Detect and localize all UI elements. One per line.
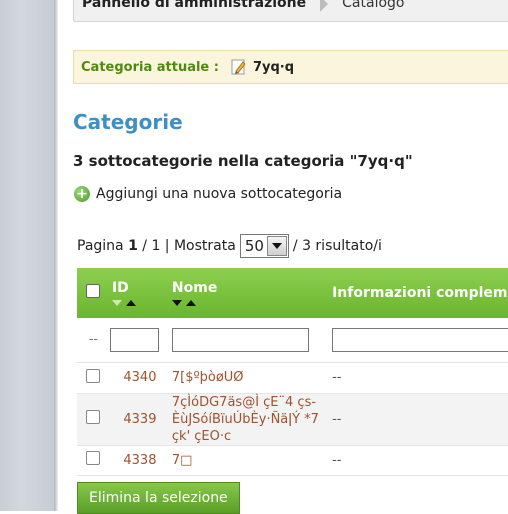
info-filter-input[interactable] <box>332 327 508 352</box>
add-subcategory-link[interactable]: + Aggiungi una nuova sottocategoria <box>74 186 342 202</box>
row-checkbox[interactable] <box>86 451 101 465</box>
table-row[interactable]: 4339 7çÌóDG7äs@Ì çE¨4 çs-ÈùJSóíBïuÚbÈy·Ñ… <box>77 393 508 445</box>
row-name[interactable]: 7□ <box>170 445 330 475</box>
add-icon[interactable]: + <box>74 186 90 202</box>
header-info: Informazioni compleme <box>330 268 508 318</box>
breadcrumb-current[interactable]: Catalogo <box>342 0 404 11</box>
pagination-suffix: / 3 risultato/i <box>292 238 382 254</box>
id-filter-input[interactable] <box>109 327 159 352</box>
row-name[interactable]: 7[$ºþòøUØ <box>170 362 330 393</box>
select-all-checkbox[interactable] <box>86 284 101 298</box>
name-filter-input[interactable] <box>171 327 309 352</box>
header-select-all[interactable] <box>77 268 110 318</box>
row-checkbox[interactable] <box>86 368 101 383</box>
subcategory-count: 3 sottocategorie nella categoria "7yq·q" <box>73 152 413 170</box>
pagination: Pagina 1 / 1 | Mostrata 50 / 3 risultato… <box>77 234 382 258</box>
per-page-select[interactable]: 50 <box>239 234 289 258</box>
delete-selection-button[interactable]: Elimina la selezione <box>77 482 240 514</box>
row-id[interactable]: 4339 <box>110 393 170 445</box>
left-sidebar <box>0 0 54 511</box>
current-category-label: Categoria attuale : <box>81 59 219 75</box>
header-name-label[interactable]: Nome <box>172 280 330 296</box>
filter-row: -- <box>77 318 508 362</box>
row-info: -- <box>332 452 342 468</box>
per-page-value[interactable]: 50 <box>241 237 267 255</box>
row-id[interactable]: 4340 <box>110 362 170 393</box>
pagination-prefix: Pagina <box>77 238 124 254</box>
header-id[interactable]: ID <box>110 268 170 318</box>
pagination-separator: / 1 | Mostrata <box>142 238 236 254</box>
chevron-down-icon[interactable] <box>266 236 287 256</box>
header-name[interactable]: Nome <box>170 268 330 318</box>
chevron-right-icon <box>320 0 329 12</box>
sort-asc-icon[interactable] <box>185 300 196 306</box>
sort-desc-icon[interactable] <box>171 300 182 306</box>
sidebar-edge <box>54 0 58 511</box>
sort-asc-icon[interactable] <box>125 300 136 306</box>
section-title: Categorie <box>73 110 183 134</box>
header-info-label: Informazioni compleme <box>332 285 508 301</box>
filter-placeholder: -- <box>88 332 99 348</box>
breadcrumb-root[interactable]: Pannello di amministrazione <box>82 0 306 11</box>
subcategory-table: ID Nome Informazioni compleme -- 4340 7[… <box>77 268 508 476</box>
table-header-row: ID Nome Informazioni compleme <box>77 268 508 318</box>
header-id-label[interactable]: ID <box>112 280 170 296</box>
pencil-icon[interactable] <box>231 59 247 75</box>
current-category-value[interactable]: 7yq·q <box>253 60 294 75</box>
row-name[interactable]: 7çÌóDG7äs@Ì çE¨4 çs-ÈùJSóíBïuÚbÈy·ÑäǀÝ *… <box>170 393 330 445</box>
row-info: -- <box>332 370 342 385</box>
table-row[interactable]: 4338 7□ -- <box>77 445 508 475</box>
row-id[interactable]: 4338 <box>110 445 170 475</box>
sort-desc-icon[interactable] <box>111 300 122 306</box>
table-row[interactable]: 4340 7[$ºþòøUØ -- <box>77 362 508 393</box>
pagination-page: 1 <box>128 238 138 254</box>
add-subcategory-label[interactable]: Aggiungi una nuova sottocategoria <box>96 186 342 202</box>
current-category-bar: Categoria attuale : 7yq·q <box>73 50 508 84</box>
breadcrumb: Pannello di amministrazione Catalogo <box>73 0 508 22</box>
row-checkbox[interactable] <box>86 410 101 424</box>
row-info: -- <box>332 411 342 427</box>
